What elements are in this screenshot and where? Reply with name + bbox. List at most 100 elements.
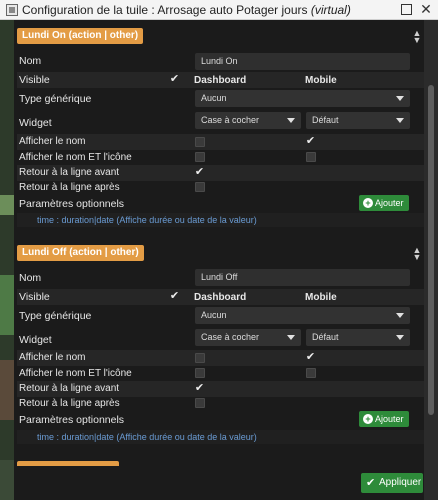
row-afficher-nom: Afficher le nom [17, 134, 424, 150]
nom-input[interactable]: Lundi On [195, 53, 410, 70]
retour-avant-checkbox-checked[interactable]: ✔ [194, 383, 205, 394]
chevron-down-icon [396, 313, 404, 318]
apply-button[interactable]: ✔ Appliquer [361, 473, 423, 493]
widget-mobile-select[interactable]: Défaut [306, 112, 410, 129]
mobile-header: Mobile [305, 75, 337, 86]
params-hint: time : duration|date (Affiche durée ou d… [17, 430, 424, 444]
reorder-icon[interactable]: ▲ ▼ [412, 246, 422, 262]
afficher-nom-icone-dashboard-checkbox[interactable] [195, 152, 205, 162]
type-select-value: Aucun [201, 93, 227, 103]
next-command-label-partial [17, 461, 119, 466]
widget-dashboard-select[interactable]: Case à cocher [195, 112, 301, 129]
afficher-nom-icone-label: Afficher le nom ET l'icône [19, 368, 132, 379]
retour-apres-label: Retour à la ligne après [19, 398, 120, 409]
afficher-nom-label: Afficher le nom [19, 352, 86, 363]
plus-icon: + [363, 414, 373, 424]
mobile-header: Mobile [305, 292, 337, 303]
plus-icon: + [363, 198, 373, 208]
modal-title-text: Configuration de la tuile : Arrosage aut… [22, 2, 311, 17]
retour-avant-label: Retour à la ligne avant [19, 383, 120, 394]
afficher-nom-icone-mobile-checkbox[interactable] [306, 152, 316, 162]
background-tile [0, 275, 14, 335]
row-retour-apres: Retour à la ligne après [17, 180, 424, 196]
type-select-value: Aucun [201, 310, 227, 320]
modal-titlebar: Configuration de la tuile : Arrosage aut… [0, 0, 438, 20]
type-label: Type générique [19, 310, 92, 322]
chevron-down-icon [396, 335, 404, 340]
background-tile [0, 195, 14, 215]
modal-scrollbar[interactable] [424, 20, 438, 500]
params-hint: time : duration|date (Affiche durée ou d… [17, 213, 424, 227]
apply-label: Appliquer [379, 477, 422, 488]
background-tile [0, 460, 14, 500]
ajouter-button[interactable]: + Ajouter [359, 195, 409, 211]
ajouter-button[interactable]: + Ajouter [359, 411, 409, 427]
command-section: Lundi Off (action | other) ▲ ▼ [14, 245, 424, 263]
retour-avant-label: Retour à la ligne avant [19, 167, 120, 178]
visible-checkbox-checked[interactable]: ✔ [169, 74, 180, 85]
retour-apres-checkbox[interactable] [195, 182, 205, 192]
type-label: Type générique [19, 93, 92, 105]
widget-mobile-value: Défaut [312, 115, 339, 125]
retour-apres-label: Retour à la ligne après [19, 182, 120, 193]
scrollbar-thumb[interactable] [428, 85, 434, 415]
afficher-nom-label: Afficher le nom [19, 136, 86, 147]
row-afficher-nom-icone: Afficher le nom ET l'icône [17, 150, 424, 166]
chevron-down-icon [396, 96, 404, 101]
widget-dashboard-select[interactable]: Case à cocher [195, 329, 301, 346]
modal-content: Lundi On (action | other) ▲ ▼ Nom Lundi O… [14, 20, 424, 500]
row-retour-apres: Retour à la ligne après [17, 396, 424, 412]
modal-title: Configuration de la tuile : Arrosage aut… [22, 3, 351, 17]
widget-mobile-value: Défaut [312, 332, 339, 342]
close-icon[interactable]: ✕ [418, 1, 434, 17]
afficher-nom-icone-dashboard-checkbox[interactable] [195, 368, 205, 378]
row-retour-avant: Retour à la ligne avant [17, 381, 424, 397]
chevron-down-icon [396, 118, 404, 123]
reorder-icon[interactable]: ▲ ▼ [412, 29, 422, 45]
type-select[interactable]: Aucun [195, 90, 410, 107]
command-label: Lundi Off (action | other) [17, 245, 144, 261]
afficher-nom-icone-label: Afficher le nom ET l'icône [19, 152, 132, 163]
chevron-down-icon [287, 118, 295, 123]
afficher-nom-icone-mobile-checkbox[interactable] [306, 368, 316, 378]
ajouter-label: Ajouter [375, 414, 404, 424]
retour-apres-checkbox[interactable] [195, 398, 205, 408]
dashboard-header: Dashboard [194, 75, 247, 86]
widget-dashboard-value: Case à cocher [201, 332, 260, 342]
maximize-icon[interactable] [401, 4, 412, 15]
visible-label: Visible [19, 74, 50, 86]
check-icon: ✔ [366, 477, 376, 489]
afficher-nom-mobile-checkbox-checked[interactable]: ✔ [305, 136, 316, 147]
widget-dashboard-value: Case à cocher [201, 115, 260, 125]
row-retour-avant: Retour à la ligne avant [17, 165, 424, 181]
window-icon [6, 3, 18, 16]
row-afficher-nom-icone: Afficher le nom ET l'icône [17, 366, 424, 382]
params-label: Paramètres optionnels [19, 414, 125, 426]
widget-label: Widget [19, 334, 52, 346]
command-header: Lundi Off (action | other) ▲ ▼ [14, 245, 424, 263]
background-tile [0, 360, 14, 420]
nom-input[interactable]: Lundi Off [195, 269, 410, 286]
modal-title-virtual: (virtual) [310, 2, 351, 17]
afficher-nom-dashboard-checkbox[interactable] [195, 353, 205, 363]
ajouter-label: Ajouter [375, 198, 404, 208]
dashboard-header: Dashboard [194, 292, 247, 303]
chevron-down-icon [287, 335, 295, 340]
command-header: Lundi On (action | other) ▲ ▼ [14, 28, 424, 46]
background-page [0, 20, 14, 500]
nom-label: Nom [19, 272, 42, 284]
type-select[interactable]: Aucun [195, 307, 410, 324]
command-section: Lundi On (action | other) ▲ ▼ [14, 28, 424, 46]
widget-mobile-select[interactable]: Défaut [306, 329, 410, 346]
command-label: Lundi On (action | other) [17, 28, 144, 44]
visible-label: Visible [19, 291, 50, 303]
widget-label: Widget [19, 117, 52, 129]
afficher-nom-dashboard-checkbox[interactable] [195, 137, 205, 147]
nom-label: Nom [19, 55, 42, 67]
params-label: Paramètres optionnels [19, 198, 125, 210]
row-afficher-nom: Afficher le nom [17, 350, 424, 366]
visible-checkbox-checked[interactable]: ✔ [169, 291, 180, 302]
retour-avant-checkbox-checked[interactable]: ✔ [194, 167, 205, 178]
afficher-nom-mobile-checkbox-checked[interactable]: ✔ [305, 352, 316, 363]
app-root: Configuration de la tuile : Arrosage aut… [0, 0, 438, 500]
